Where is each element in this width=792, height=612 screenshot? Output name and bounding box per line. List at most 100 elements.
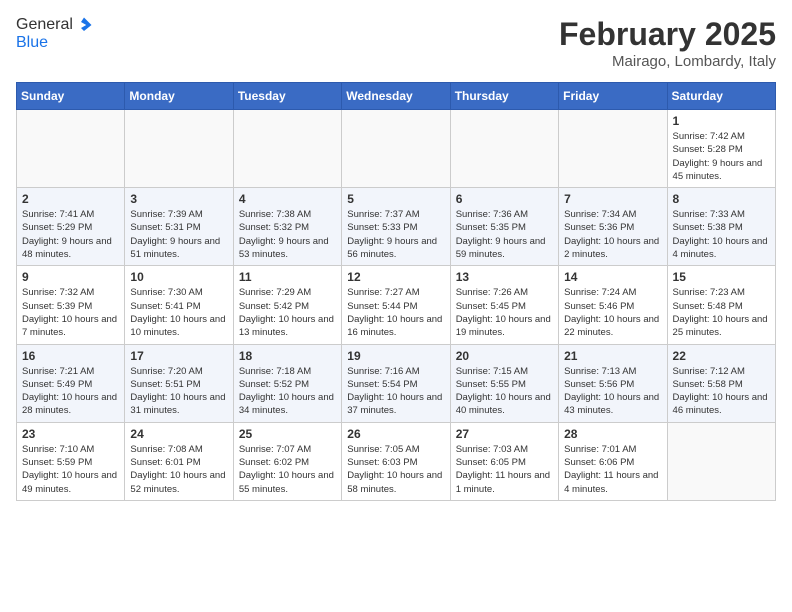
- calendar-cell: 16 Sunrise: 7:21 AM Sunset: 5:49 PM Dayli…: [17, 344, 125, 422]
- day-info: Sunrise: 7:16 AM Sunset: 5:54 PM Dayligh…: [347, 365, 444, 418]
- weekday-header-thursday: Thursday: [450, 83, 558, 110]
- week-row-3: 9 Sunrise: 7:32 AM Sunset: 5:39 PM Daylig…: [17, 266, 776, 344]
- day-info: Sunrise: 7:27 AM Sunset: 5:44 PM Dayligh…: [347, 286, 444, 339]
- day-number: 16: [22, 349, 119, 363]
- calendar-cell: 8 Sunrise: 7:33 AM Sunset: 5:38 PM Daylig…: [667, 188, 775, 266]
- week-row-1: 1Sunrise: 7:42 AM Sunset: 5:28 PM Daylig…: [17, 110, 776, 188]
- day-info: Sunrise: 7:33 AM Sunset: 5:38 PM Dayligh…: [673, 208, 770, 261]
- title-block: February 2025 Mairago, Lombardy, Italy: [559, 16, 776, 70]
- day-info: Sunrise: 7:41 AM Sunset: 5:29 PM Dayligh…: [22, 208, 119, 261]
- day-info: Sunrise: 7:23 AM Sunset: 5:48 PM Dayligh…: [673, 286, 770, 339]
- calendar-cell: [667, 422, 775, 500]
- day-number: 5: [347, 192, 444, 206]
- day-number: 26: [347, 427, 444, 441]
- day-info: Sunrise: 7:26 AM Sunset: 5:45 PM Dayligh…: [456, 286, 553, 339]
- week-row-4: 16 Sunrise: 7:21 AM Sunset: 5:49 PM Dayli…: [17, 344, 776, 422]
- day-info: Sunrise: 7:21 AM Sunset: 5:49 PM Dayligh…: [22, 365, 119, 418]
- day-number: 4: [239, 192, 336, 206]
- calendar-cell: 4 Sunrise: 7:38 AM Sunset: 5:32 PM Daylig…: [233, 188, 341, 266]
- day-number: 9: [22, 270, 119, 284]
- logo-general: General: [16, 16, 73, 34]
- day-info: Sunrise: 7:42 AM Sunset: 5:28 PM Dayligh…: [673, 130, 770, 183]
- day-number: 19: [347, 349, 444, 363]
- day-info: Sunrise: 7:32 AM Sunset: 5:39 PM Dayligh…: [22, 286, 119, 339]
- day-number: 17: [130, 349, 227, 363]
- day-number: 25: [239, 427, 336, 441]
- day-info: Sunrise: 7:30 AM Sunset: 5:41 PM Dayligh…: [130, 286, 227, 339]
- day-info: Sunrise: 7:18 AM Sunset: 5:52 PM Dayligh…: [239, 365, 336, 418]
- day-number: 23: [22, 427, 119, 441]
- weekday-header-friday: Friday: [559, 83, 667, 110]
- day-info: Sunrise: 7:20 AM Sunset: 5:51 PM Dayligh…: [130, 365, 227, 418]
- weekday-header-row: SundayMondayTuesdayWednesdayThursdayFrid…: [17, 83, 776, 110]
- day-number: 12: [347, 270, 444, 284]
- day-number: 8: [673, 192, 770, 206]
- calendar-cell: [125, 110, 233, 188]
- calendar-cell: [450, 110, 558, 188]
- day-number: 11: [239, 270, 336, 284]
- calendar-cell: 18 Sunrise: 7:18 AM Sunset: 5:52 PM Dayli…: [233, 344, 341, 422]
- calendar-cell: 3 Sunrise: 7:39 AM Sunset: 5:31 PM Daylig…: [125, 188, 233, 266]
- calendar-cell: 21 Sunrise: 7:13 AM Sunset: 5:56 PM Dayli…: [559, 344, 667, 422]
- calendar-cell: 26 Sunrise: 7:05 AM Sunset: 6:03 PM Dayli…: [342, 422, 450, 500]
- calendar-cell: 14Sunrise: 7:24 AM Sunset: 5:46 PM Dayli…: [559, 266, 667, 344]
- calendar-cell: 20 Sunrise: 7:15 AM Sunset: 5:55 PM Dayli…: [450, 344, 558, 422]
- weekday-header-saturday: Saturday: [667, 83, 775, 110]
- calendar-cell: [17, 110, 125, 188]
- day-info: Sunrise: 7:39 AM Sunset: 5:31 PM Dayligh…: [130, 208, 227, 261]
- calendar-table: SundayMondayTuesdayWednesdayThursdayFrid…: [16, 82, 776, 501]
- calendar-cell: 24 Sunrise: 7:08 AM Sunset: 6:01 PM Dayli…: [125, 422, 233, 500]
- calendar-cell: 27 Sunrise: 7:03 AM Sunset: 6:05 PM Dayli…: [450, 422, 558, 500]
- calendar-cell: 17 Sunrise: 7:20 AM Sunset: 5:51 PM Dayli…: [125, 344, 233, 422]
- month-title: February 2025: [559, 16, 776, 53]
- calendar-cell: 10 Sunrise: 7:30 AM Sunset: 5:41 PM Dayli…: [125, 266, 233, 344]
- day-info: Sunrise: 7:07 AM Sunset: 6:02 PM Dayligh…: [239, 443, 336, 496]
- day-number: 2: [22, 192, 119, 206]
- day-info: Sunrise: 7:34 AM Sunset: 5:36 PM Dayligh…: [564, 208, 661, 261]
- week-row-5: 23 Sunrise: 7:10 AM Sunset: 5:59 PM Dayli…: [17, 422, 776, 500]
- day-info: Sunrise: 7:13 AM Sunset: 5:56 PM Dayligh…: [564, 365, 661, 418]
- weekday-header-monday: Monday: [125, 83, 233, 110]
- location: Mairago, Lombardy, Italy: [559, 53, 776, 70]
- day-info: Sunrise: 7:08 AM Sunset: 6:01 PM Dayligh…: [130, 443, 227, 496]
- calendar-cell: 7Sunrise: 7:34 AM Sunset: 5:36 PM Daylig…: [559, 188, 667, 266]
- page-header: General Blue February 2025 Mairago, Lomb…: [16, 16, 776, 70]
- day-info: Sunrise: 7:10 AM Sunset: 5:59 PM Dayligh…: [22, 443, 119, 496]
- calendar-cell: 11 Sunrise: 7:29 AM Sunset: 5:42 PM Dayli…: [233, 266, 341, 344]
- calendar-cell: [342, 110, 450, 188]
- day-number: 14: [564, 270, 661, 284]
- weekday-header-tuesday: Tuesday: [233, 83, 341, 110]
- day-number: 24: [130, 427, 227, 441]
- logo-blue: Blue: [16, 34, 93, 52]
- day-number: 27: [456, 427, 553, 441]
- calendar-cell: 22Sunrise: 7:12 AM Sunset: 5:58 PM Dayli…: [667, 344, 775, 422]
- calendar-cell: 1Sunrise: 7:42 AM Sunset: 5:28 PM Daylig…: [667, 110, 775, 188]
- day-info: Sunrise: 7:03 AM Sunset: 6:05 PM Dayligh…: [456, 443, 553, 496]
- calendar-cell: 6 Sunrise: 7:36 AM Sunset: 5:35 PM Daylig…: [450, 188, 558, 266]
- day-info: Sunrise: 7:05 AM Sunset: 6:03 PM Dayligh…: [347, 443, 444, 496]
- calendar-cell: [559, 110, 667, 188]
- day-number: 13: [456, 270, 553, 284]
- day-number: 6: [456, 192, 553, 206]
- calendar-cell: 5 Sunrise: 7:37 AM Sunset: 5:33 PM Daylig…: [342, 188, 450, 266]
- calendar-cell: [233, 110, 341, 188]
- day-info: Sunrise: 7:38 AM Sunset: 5:32 PM Dayligh…: [239, 208, 336, 261]
- day-number: 22: [673, 349, 770, 363]
- calendar-cell: 23 Sunrise: 7:10 AM Sunset: 5:59 PM Dayli…: [17, 422, 125, 500]
- day-number: 15: [673, 270, 770, 284]
- day-number: 10: [130, 270, 227, 284]
- calendar-cell: 2 Sunrise: 7:41 AM Sunset: 5:29 PM Daylig…: [17, 188, 125, 266]
- calendar-cell: 15 Sunrise: 7:23 AM Sunset: 5:48 PM Dayli…: [667, 266, 775, 344]
- day-number: 3: [130, 192, 227, 206]
- day-number: 18: [239, 349, 336, 363]
- day-number: 20: [456, 349, 553, 363]
- day-info: Sunrise: 7:37 AM Sunset: 5:33 PM Dayligh…: [347, 208, 444, 261]
- day-info: Sunrise: 7:29 AM Sunset: 5:42 PM Dayligh…: [239, 286, 336, 339]
- weekday-header-sunday: Sunday: [17, 83, 125, 110]
- day-info: Sunrise: 7:15 AM Sunset: 5:55 PM Dayligh…: [456, 365, 553, 418]
- day-info: Sunrise: 7:36 AM Sunset: 5:35 PM Dayligh…: [456, 208, 553, 261]
- day-number: 21: [564, 349, 661, 363]
- weekday-header-wednesday: Wednesday: [342, 83, 450, 110]
- calendar-cell: 28Sunrise: 7:01 AM Sunset: 6:06 PM Dayli…: [559, 422, 667, 500]
- calendar-cell: 25 Sunrise: 7:07 AM Sunset: 6:02 PM Dayli…: [233, 422, 341, 500]
